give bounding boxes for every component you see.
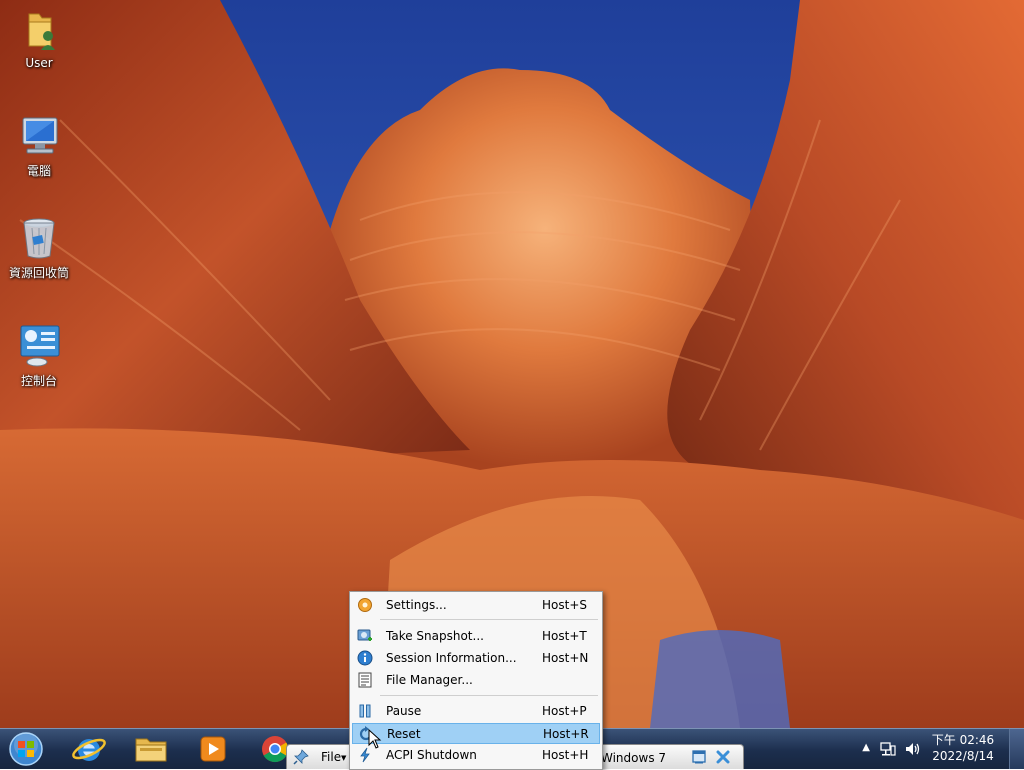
menu-item-shortcut: Host+P: [542, 704, 587, 718]
desktop-icon-label: 電腦: [26, 164, 51, 178]
desktop-icon-control-panel[interactable]: 控制台: [6, 322, 72, 389]
taskbar-internet-explorer[interactable]: [66, 732, 112, 766]
menu-item-session-information[interactable]: Session Information... Host+N: [352, 648, 600, 669]
menu-item-take-snapshot[interactable]: Take Snapshot... Host+T: [352, 626, 600, 647]
vm-title: Windows 7: [601, 751, 667, 765]
acpi-shutdown-icon: [360, 747, 370, 763]
settings-icon: [358, 598, 372, 612]
control-panel-icon: [15, 322, 63, 370]
desktop-icon-label: 控制台: [20, 374, 57, 388]
file-menu-dropdown-icon: ▼: [341, 754, 347, 762]
menu-item-settings[interactable]: Settings... Host+S: [352, 595, 600, 616]
desktop-icon-user[interactable]: User: [6, 6, 72, 70]
show-hidden-icons-icon[interactable]: ▲: [862, 742, 870, 753]
mouse-cursor-icon: [368, 729, 382, 749]
menu-item-label: File Manager...: [386, 673, 473, 687]
desktop-icon-computer[interactable]: 電腦: [6, 112, 72, 179]
desktop-icon-label: 資源回收筒: [8, 266, 69, 280]
user-folder-icon: [15, 6, 63, 54]
close-icon[interactable]: [715, 749, 731, 765]
menu-item-label: Pause: [386, 704, 422, 718]
menu-item-shortcut: Host+N: [542, 651, 589, 665]
menu-item-file-manager[interactable]: File Manager...: [352, 670, 600, 691]
menu-separator: [380, 695, 598, 696]
taskbar-file-explorer[interactable]: [128, 732, 174, 766]
menu-item-shortcut: Host+T: [542, 629, 587, 643]
info-icon: [357, 650, 373, 666]
clock-time: 下午 02:46: [931, 733, 995, 747]
folder-icon: [135, 738, 167, 762]
pin-icon[interactable]: [293, 749, 309, 765]
desktop-icon-recycle-bin[interactable]: 資源回收筒: [6, 214, 72, 281]
menu-item-acpi-shutdown[interactable]: ACPI Shutdown Host+H: [352, 745, 600, 766]
internet-explorer-icon: [72, 738, 106, 761]
volume-icon[interactable]: [904, 741, 920, 757]
recycle-bin-icon: [15, 214, 63, 262]
taskbar-media-player[interactable]: [190, 732, 236, 766]
menu-item-shortcut: Host+H: [542, 748, 589, 762]
menu-item-shortcut: Host+R: [543, 727, 589, 741]
network-icon[interactable]: [880, 741, 896, 757]
show-desktop-button[interactable]: [1009, 729, 1024, 769]
menu-item-label: Reset: [387, 727, 421, 741]
file-manager-icon: [358, 672, 372, 688]
menu-separator: [380, 619, 598, 620]
menu-item-label: Settings...: [386, 598, 447, 612]
start-button[interactable]: [6, 731, 46, 767]
pause-icon: [359, 704, 371, 718]
menu-item-label: Take Snapshot...: [386, 629, 484, 643]
restore-window-icon[interactable]: [691, 749, 707, 765]
menu-item-label: Session Information...: [386, 651, 517, 665]
menu-item-reset[interactable]: Reset Host+R: [352, 723, 600, 744]
computer-icon: [15, 112, 63, 160]
taskbar-clock[interactable]: 下午 02:46 2022/8/14: [928, 732, 998, 764]
menu-item-label: ACPI Shutdown: [386, 748, 477, 762]
windows-orb-icon: [9, 732, 43, 766]
menu-item-shortcut: Host+S: [542, 598, 587, 612]
menu-item-pause[interactable]: Pause Host+P: [352, 701, 600, 722]
clock-date: 2022/8/14: [932, 749, 994, 763]
vbox-file-menu[interactable]: File: [321, 750, 341, 764]
vbox-machine-menu: Settings... Host+S Take Snapshot... Host…: [349, 591, 603, 770]
media-player-icon: [200, 736, 226, 762]
snapshot-icon: [357, 629, 372, 641]
desktop-icon-label: User: [25, 56, 53, 70]
